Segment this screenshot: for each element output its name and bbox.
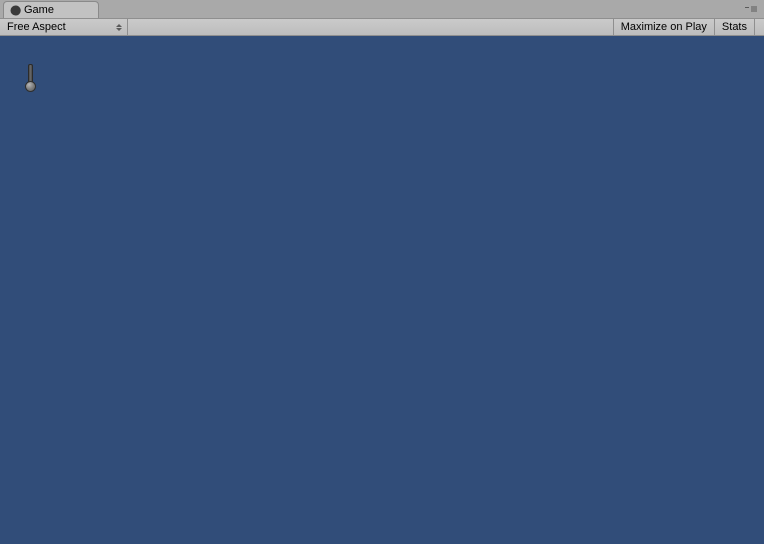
tab-game[interactable]: Game xyxy=(3,1,99,18)
slider-handle xyxy=(25,81,36,92)
window-dock-options xyxy=(744,0,758,18)
aspect-ratio-label: Free Aspect xyxy=(7,21,115,33)
maximize-on-play-button[interactable]: Maximize on Play xyxy=(614,19,715,35)
aspect-ratio-dropdown[interactable]: Free Aspect xyxy=(0,19,128,35)
tab-bar: Game xyxy=(0,0,764,18)
toolbar-spacer xyxy=(128,19,614,35)
pacman-icon xyxy=(10,5,21,16)
game-toolbar: Free Aspect Maximize on Play Stats xyxy=(0,18,764,36)
game-viewport[interactable] xyxy=(0,36,764,544)
toolbar-end-pad xyxy=(755,19,764,35)
stats-label: Stats xyxy=(722,21,747,33)
dropdown-arrows-icon xyxy=(115,24,123,31)
stats-button[interactable]: Stats xyxy=(715,19,755,35)
tab-label: Game xyxy=(24,4,54,16)
game-object xyxy=(25,64,37,92)
maximize-label: Maximize on Play xyxy=(621,21,707,33)
dock-menu-icon[interactable] xyxy=(744,4,758,14)
